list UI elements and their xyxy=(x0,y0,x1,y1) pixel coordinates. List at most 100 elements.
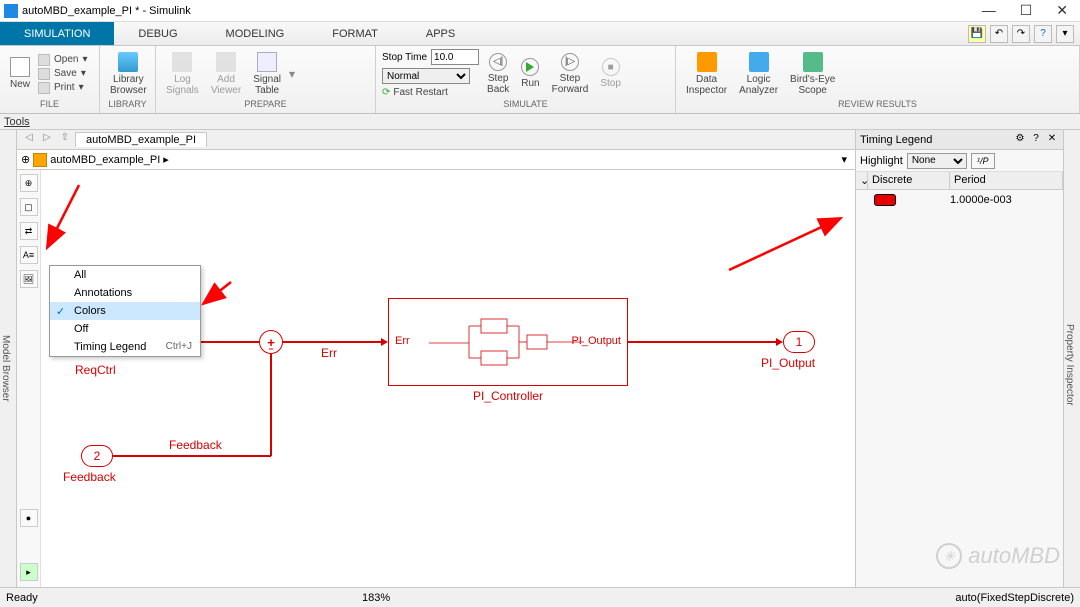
timing-row-discrete[interactable]: 1.0000e-003 xyxy=(856,190,1063,210)
timing-minimize-button[interactable]: ? xyxy=(1029,133,1043,147)
run-button[interactable]: Run xyxy=(517,56,543,91)
tab-modeling[interactable]: MODELING xyxy=(202,22,309,45)
options-button[interactable]: ▾ xyxy=(1056,25,1074,43)
fit-button[interactable]: ▢ xyxy=(20,198,38,216)
menu-item-annotations[interactable]: Annotations xyxy=(50,284,200,302)
tools-label[interactable]: Tools xyxy=(4,116,30,128)
discrete-column-header[interactable]: Discrete xyxy=(868,172,950,189)
stop-button[interactable]: ■ Stop xyxy=(596,56,625,91)
record-button[interactable]: ● xyxy=(20,509,38,527)
logic-analyzer-button[interactable]: Logic Analyzer xyxy=(735,50,782,98)
maximize-button[interactable]: ☐ xyxy=(1020,2,1033,19)
err-signal-arrow-icon xyxy=(381,338,388,346)
output-signal-arrow-icon xyxy=(776,338,783,346)
discrete-color-swatch xyxy=(874,194,896,206)
print-icon xyxy=(38,82,50,94)
step-forward-button[interactable]: |▷ Step Forward xyxy=(548,51,593,97)
timing-legend-title: Timing Legend xyxy=(860,134,1011,146)
signal-table-button[interactable]: Signal Table xyxy=(249,50,285,98)
expand-column-header[interactable]: ⌄ xyxy=(856,172,868,189)
timing-close-button[interactable]: ✕ xyxy=(1045,133,1059,147)
save-button[interactable]: Save ▾ xyxy=(38,68,88,80)
pi-output-outport[interactable]: 1 xyxy=(783,331,815,353)
fast-restart-button[interactable]: ⟳Fast Restart xyxy=(382,87,479,98)
highlight-select[interactable]: None xyxy=(907,153,967,169)
breadcrumb-expand-button[interactable]: ⊕ xyxy=(21,153,30,166)
status-ready: Ready xyxy=(6,592,362,604)
open-button[interactable]: Open ▾ xyxy=(38,54,88,66)
tab-apps[interactable]: APPS xyxy=(402,22,479,45)
simulate-group-label: SIMULATE xyxy=(382,99,669,111)
breadcrumb-model[interactable]: autoMBD_example_PI xyxy=(50,154,160,166)
save-icon xyxy=(38,68,50,80)
log-signals-icon xyxy=(172,52,192,72)
menu-item-colors[interactable]: ✓Colors xyxy=(50,302,200,320)
tab-debug[interactable]: DEBUG xyxy=(114,22,201,45)
pi-output-label: PI_Output xyxy=(761,356,815,370)
property-inspector-rail[interactable]: Property Inspector xyxy=(1063,130,1080,587)
tab-forward-button[interactable]: ▷ xyxy=(39,132,55,148)
library-browser-button[interactable]: Library Browser xyxy=(106,50,151,98)
tab-back-button[interactable]: ◁ xyxy=(21,132,37,148)
prepare-group-label: PREPARE xyxy=(162,99,369,111)
stop-time-input[interactable] xyxy=(431,49,479,65)
help-button[interactable]: ? xyxy=(1034,25,1052,43)
watermark: ✳ autoMBD xyxy=(936,543,1060,569)
sum-block[interactable]: +− xyxy=(259,330,283,354)
status-zoom[interactable]: 183% xyxy=(362,592,718,604)
redo-button[interactable]: ↷ xyxy=(1012,25,1030,43)
add-viewer-button[interactable]: Add Viewer xyxy=(207,50,245,98)
model-tab[interactable]: autoMBD_example_PI xyxy=(75,132,207,147)
arrows-button[interactable]: ⇄ xyxy=(20,222,38,240)
period-value: 1.0000e-003 xyxy=(950,194,1012,206)
new-icon xyxy=(10,57,30,77)
reqctrl-label: ReqCtrl xyxy=(75,363,116,377)
ready-indicator-button[interactable]: ▸ xyxy=(20,563,38,581)
undo-button[interactable]: ↶ xyxy=(990,25,1008,43)
breadcrumb-dropdown-button[interactable]: ▾ xyxy=(841,153,855,166)
model-browser-rail[interactable]: Model Browser xyxy=(0,130,17,587)
signal-table-icon xyxy=(257,52,277,72)
step-back-button[interactable]: ◁| Step Back xyxy=(483,51,513,97)
annotation-button[interactable]: A≡ xyxy=(20,246,38,264)
menu-item-all[interactable]: All xyxy=(50,266,200,284)
minimize-button[interactable]: — xyxy=(982,2,996,19)
tab-simulation[interactable]: SIMULATION xyxy=(0,22,114,45)
output-signal[interactable] xyxy=(628,341,776,343)
birds-eye-icon xyxy=(803,52,823,72)
close-button[interactable]: ✕ xyxy=(1056,2,1068,19)
period-column-header[interactable]: Period xyxy=(950,172,1063,189)
library-group-label: LIBRARY xyxy=(106,99,149,111)
reqctrl-signal[interactable] xyxy=(201,341,259,343)
feedback-signal-h[interactable] xyxy=(113,455,271,457)
feedback-signal-v[interactable] xyxy=(270,354,272,456)
highlight-label: Highlight xyxy=(860,155,903,167)
menu-item-timing-legend[interactable]: Timing LegendCtrl+J xyxy=(50,338,200,356)
pi-controller-subsystem[interactable]: Err PI_Output xyxy=(388,298,628,386)
breadcrumb: ⊕ autoMBD_example_PI ▸ ▾ xyxy=(17,150,855,170)
tab-format[interactable]: FORMAT xyxy=(308,22,402,45)
print-button[interactable]: Print ▾ xyxy=(38,82,88,94)
status-solver[interactable]: auto(FixedStepDiscrete) xyxy=(718,592,1074,604)
timing-settings-button[interactable]: ⚙ xyxy=(1013,133,1027,147)
err-signal[interactable] xyxy=(283,341,381,343)
block-diagram-canvas[interactable]: ReqCtrl 2 Feedback +− Err PI_Output xyxy=(41,170,855,587)
model-icon xyxy=(33,153,47,167)
image-button[interactable]: 🖼 xyxy=(20,270,38,288)
birds-eye-button[interactable]: Bird's-Eye Scope xyxy=(786,50,839,98)
add-viewer-icon xyxy=(216,52,236,72)
file-group-label: FILE xyxy=(6,99,93,111)
tab-up-button[interactable]: ⇧ xyxy=(57,132,73,148)
vp-toggle-button[interactable]: ¹/P xyxy=(971,153,995,169)
new-button[interactable]: New xyxy=(6,55,34,92)
review-group-label: REVIEW RESULTS xyxy=(682,99,1073,111)
feedback-inport[interactable]: 2 xyxy=(81,445,113,467)
save-quick-button[interactable]: 💾 xyxy=(968,25,986,43)
data-inspector-button[interactable]: Data Inspector xyxy=(682,50,731,98)
log-signals-button[interactable]: Log Signals xyxy=(162,50,203,98)
simulation-mode-select[interactable]: Normal xyxy=(382,68,470,84)
data-inspector-icon xyxy=(697,52,717,72)
open-icon xyxy=(38,54,50,66)
menu-item-off[interactable]: Off xyxy=(50,320,200,338)
zoom-button[interactable]: ⊕ xyxy=(20,174,38,192)
